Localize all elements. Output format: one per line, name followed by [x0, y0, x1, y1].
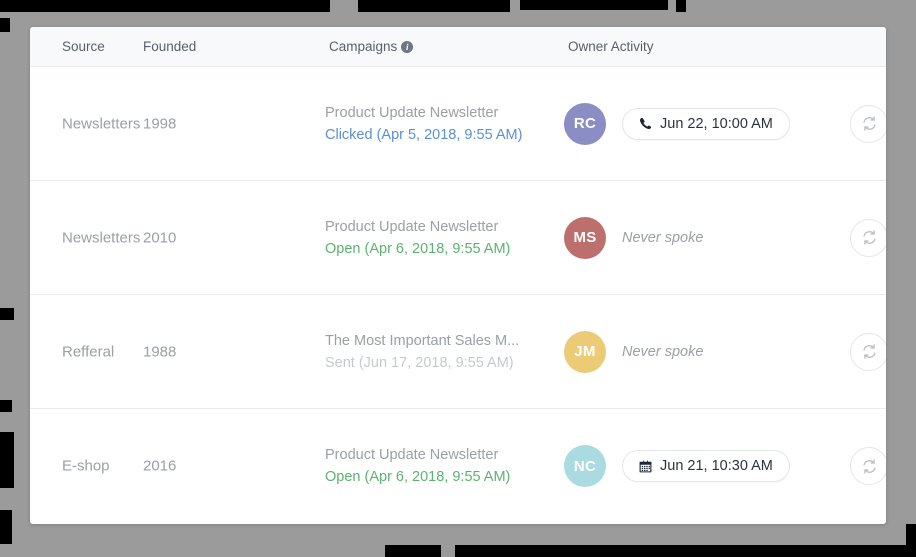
cell-source: Newsletters: [62, 229, 141, 246]
refresh-button[interactable]: [850, 447, 886, 485]
cell-refresh: [850, 332, 886, 371]
cell-founded: 1998: [143, 115, 177, 132]
cell-campaign: Product Update Newsletter Clicked (Apr 5,…: [325, 105, 555, 143]
edge-artifact: [0, 432, 14, 488]
refresh-icon: [861, 458, 878, 475]
calendar-icon: [639, 460, 652, 473]
cell-campaign: Product Update Newsletter Open (Apr 6, 20…: [325, 219, 555, 257]
edge-artifact: [0, 400, 12, 412]
table-body: Newsletters 1998 Product Update Newsletter…: [30, 67, 886, 523]
campaign-status[interactable]: Open (Apr 6, 2018, 9:55 AM): [325, 241, 555, 257]
edge-artifact: [455, 545, 907, 557]
refresh-icon: [861, 343, 878, 360]
cell-owner-activity: NC Jun 21, 10:30 AM: [564, 445, 790, 487]
edge-artifact: [0, 0, 330, 12]
cell-refresh: [850, 218, 886, 257]
activity-empty-label: Never spoke: [622, 229, 704, 246]
cell-refresh: [850, 447, 886, 485]
activity-label: Jun 21, 10:30 AM: [660, 458, 773, 474]
avatar[interactable]: MS: [564, 216, 606, 259]
table-row[interactable]: Newsletters 1998 Product Update Newsletter…: [30, 67, 886, 181]
edge-artifact: [385, 545, 441, 557]
avatar[interactable]: NC: [564, 445, 606, 487]
campaign-status[interactable]: Open (Apr 6, 2018, 9:55 AM): [325, 469, 555, 485]
column-header-campaigns-label: Campaigns: [329, 39, 398, 54]
cell-source: Newsletters: [62, 115, 141, 132]
cell-refresh: [850, 104, 886, 143]
column-header-source[interactable]: Source: [62, 27, 105, 67]
table-row[interactable]: E-shop 2016 Product Update Newsletter Open …: [30, 409, 886, 523]
refresh-button[interactable]: [850, 332, 886, 371]
cell-founded: 1988: [143, 343, 177, 360]
activity-pill-call[interactable]: Jun 22, 10:00 AM: [622, 107, 790, 140]
edge-artifact: [906, 524, 916, 557]
campaign-title[interactable]: Product Update Newsletter: [325, 219, 555, 235]
cell-source: E-shop: [62, 457, 110, 475]
avatar[interactable]: JM: [564, 330, 606, 373]
edge-artifact: [0, 18, 10, 32]
contacts-table-card: Source Founded Campaigns i Owner Activity…: [30, 27, 886, 524]
cell-founded: 2010: [143, 229, 177, 246]
edge-artifact: [0, 510, 12, 544]
table-row[interactable]: Newsletters 2010 Product Update Newsletter…: [30, 181, 886, 295]
refresh-icon: [861, 115, 878, 132]
column-header-owner-activity[interactable]: Owner Activity: [568, 27, 654, 67]
column-header-campaigns[interactable]: Campaigns i: [329, 27, 414, 67]
cell-campaign: The Most Important Sales M... Sent (Jun 1…: [325, 333, 555, 371]
campaign-title[interactable]: The Most Important Sales M...: [325, 333, 555, 349]
campaign-title[interactable]: Product Update Newsletter: [325, 105, 555, 121]
refresh-button[interactable]: [850, 104, 886, 143]
edge-artifact: [520, 0, 668, 10]
cell-founded: 2016: [143, 457, 177, 475]
activity-empty-label: Never spoke: [622, 343, 704, 360]
phone-icon: [639, 117, 652, 130]
refresh-button[interactable]: [850, 218, 886, 257]
cell-owner-activity: RC Jun 22, 10:00 AM: [564, 102, 790, 145]
activity-label: Jun 22, 10:00 AM: [660, 115, 773, 132]
cell-source: Refferal: [62, 343, 115, 360]
campaign-status[interactable]: Clicked (Apr 5, 2018, 9:55 AM): [325, 127, 555, 143]
cell-owner-activity: MS Never spoke: [564, 216, 704, 259]
edge-artifact: [676, 0, 686, 12]
refresh-icon: [861, 229, 878, 246]
cell-campaign: Product Update Newsletter Open (Apr 6, 20…: [325, 447, 555, 485]
table-header-row: Source Founded Campaigns i Owner Activity: [30, 27, 886, 67]
campaign-status[interactable]: Sent (Jun 17, 2018, 9:55 AM): [325, 355, 555, 371]
column-header-founded[interactable]: Founded: [143, 27, 196, 67]
avatar[interactable]: RC: [564, 102, 606, 145]
cell-owner-activity: JM Never spoke: [564, 330, 704, 373]
edge-artifact: [358, 0, 510, 12]
edge-artifact: [0, 308, 14, 320]
table-row[interactable]: Refferal 1988 The Most Important Sales M..…: [30, 295, 886, 409]
campaign-title[interactable]: Product Update Newsletter: [325, 447, 555, 463]
activity-pill-meeting[interactable]: Jun 21, 10:30 AM: [622, 450, 790, 482]
info-icon[interactable]: i: [401, 41, 414, 53]
